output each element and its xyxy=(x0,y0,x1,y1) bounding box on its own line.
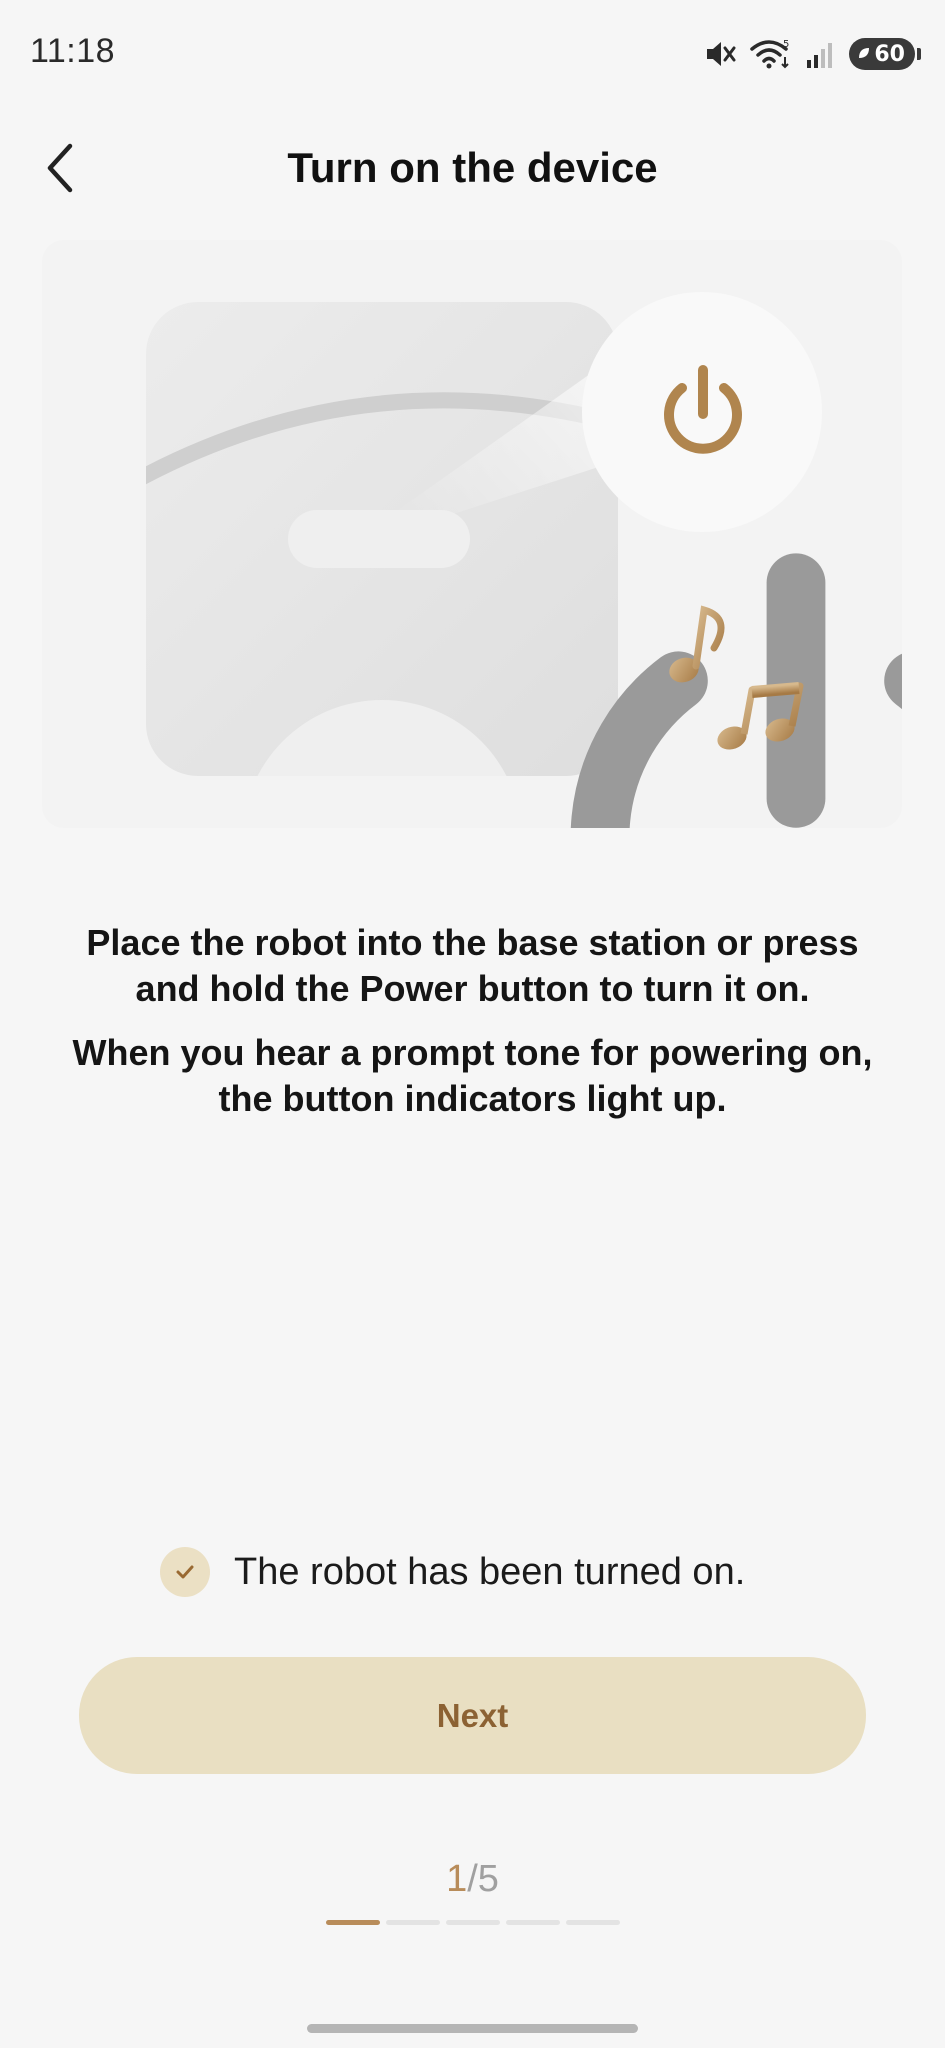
header: Turn on the device xyxy=(0,120,945,216)
instruction-line-1: Place the robot into the base station or… xyxy=(86,922,859,1009)
robot-power-button xyxy=(288,510,470,568)
confirmation-checkbox[interactable]: The robot has been turned on. xyxy=(160,1546,745,1598)
status-icons: 5 60 xyxy=(703,34,921,74)
progress-segment xyxy=(386,1920,440,1925)
battery-level: 60 xyxy=(874,41,905,67)
check-icon[interactable] xyxy=(160,1547,210,1597)
progress-segments xyxy=(326,1920,620,1925)
battery-icon: 60 xyxy=(849,38,921,70)
home-indicator[interactable] xyxy=(307,2024,638,2033)
leaf-icon xyxy=(859,48,869,58)
progress-segment xyxy=(506,1920,560,1925)
instruction-line-2: When you hear a prompt tone for powering… xyxy=(72,1032,873,1119)
page-title: Turn on the device xyxy=(287,144,658,191)
wifi-icon: 5 xyxy=(750,39,789,69)
instructions: Place the robot into the base station or… xyxy=(60,920,885,1140)
progress-segment xyxy=(446,1920,500,1925)
signal-icon xyxy=(807,43,832,68)
status-time: 11:18 xyxy=(30,32,116,70)
progress-segment xyxy=(326,1920,380,1925)
confirmation-label: The robot has been turned on. xyxy=(234,1550,746,1593)
progress-segment xyxy=(566,1920,620,1925)
step-indicator: 1/5 xyxy=(0,1858,945,1901)
step-total: /5 xyxy=(467,1858,499,1900)
next-button[interactable]: Next xyxy=(79,1657,866,1774)
step-current: 1 xyxy=(446,1858,468,1900)
mute-icon xyxy=(707,42,736,66)
status-bar: 11:18 5 60 xyxy=(0,0,945,110)
svg-text:5: 5 xyxy=(783,39,789,50)
robot-illustration xyxy=(42,240,902,828)
